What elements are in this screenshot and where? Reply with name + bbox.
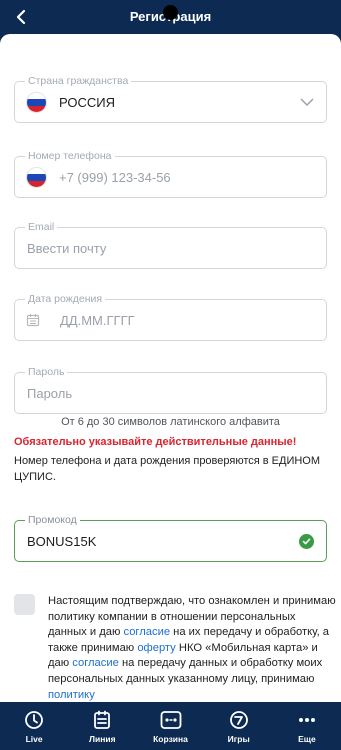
phone-placeholder: +7 (999) 123-34-56 — [59, 170, 171, 185]
camera-dot — [163, 5, 178, 20]
promo-field[interactable]: Промокод BONUS15K — [14, 514, 327, 562]
email-label: Email — [25, 221, 58, 233]
password-placeholder: Пароль — [27, 386, 73, 401]
tab-label: Линия — [89, 734, 116, 744]
games-icon — [229, 711, 248, 729]
password-label: Пароль — [25, 366, 68, 378]
tab-coupon[interactable]: Корзина — [136, 702, 204, 750]
tab-games[interactable]: Игры — [205, 702, 273, 750]
offer-link[interactable]: оферту — [137, 642, 175, 654]
promo-label: Промокод — [25, 514, 80, 526]
check-circle-icon — [299, 534, 314, 549]
tab-more[interactable]: Еще — [273, 702, 341, 750]
phone-field[interactable]: Номер телефона +7 (999) 123-34-56 — [14, 150, 327, 198]
country-label: Страна гражданства — [25, 75, 132, 87]
top-bar: Регистрация — [0, 0, 341, 34]
tab-label: Еще — [298, 734, 316, 744]
list-icon — [94, 710, 111, 729]
email-field[interactable]: Email Ввести почту — [14, 221, 327, 269]
calendar-icon — [26, 314, 40, 327]
country-value: РОССИЯ — [59, 95, 116, 110]
birthdate-field[interactable]: Дата рождения ДД.ММ.ГГГГ — [14, 293, 327, 341]
bottom-tab-bar: Live Линия Корзина Игры Еще — [0, 702, 341, 750]
consent-link-2[interactable]: согласие — [72, 657, 119, 669]
password-field[interactable]: Пароль Пароль — [14, 366, 327, 414]
phone-label: Номер телефона — [25, 150, 115, 162]
birthdate-label: Дата рождения — [25, 293, 106, 305]
more-icon — [298, 718, 315, 722]
tab-label: Корзина — [153, 734, 188, 744]
country-select[interactable]: Страна гражданства РОССИЯ — [14, 75, 327, 123]
agree-checkbox[interactable] — [14, 594, 35, 615]
consent-link[interactable]: согласие — [123, 626, 170, 638]
warning-text: Обязательно указывайте действительные да… — [14, 436, 297, 448]
tab-line[interactable]: Линия — [68, 702, 136, 750]
clock-icon — [25, 711, 43, 729]
verification-note: Номер телефона и дата рождения проверяют… — [14, 455, 321, 483]
tab-label: Live — [25, 734, 43, 744]
chevron-down-icon — [300, 98, 314, 107]
tab-live[interactable]: Live — [0, 702, 68, 750]
russia-flag-icon — [26, 92, 47, 113]
promo-value: BONUS15K — [27, 534, 97, 549]
russia-flag-icon — [26, 167, 47, 188]
tab-label: Игры — [227, 734, 250, 744]
password-hint: От 6 до 30 символов латинского алфавита — [61, 416, 280, 428]
email-placeholder: Ввести почту — [27, 241, 107, 256]
policy-link[interactable]: политику — [48, 689, 95, 701]
agreement-text: Настоящим подтверждаю, что ознакомлен и … — [48, 594, 336, 702]
birthdate-placeholder: ДД.ММ.ГГГГ — [60, 313, 135, 328]
coupon-icon — [160, 711, 181, 729]
registration-form: Страна гражданства РОССИЯ Номер телефона… — [0, 34, 341, 702]
